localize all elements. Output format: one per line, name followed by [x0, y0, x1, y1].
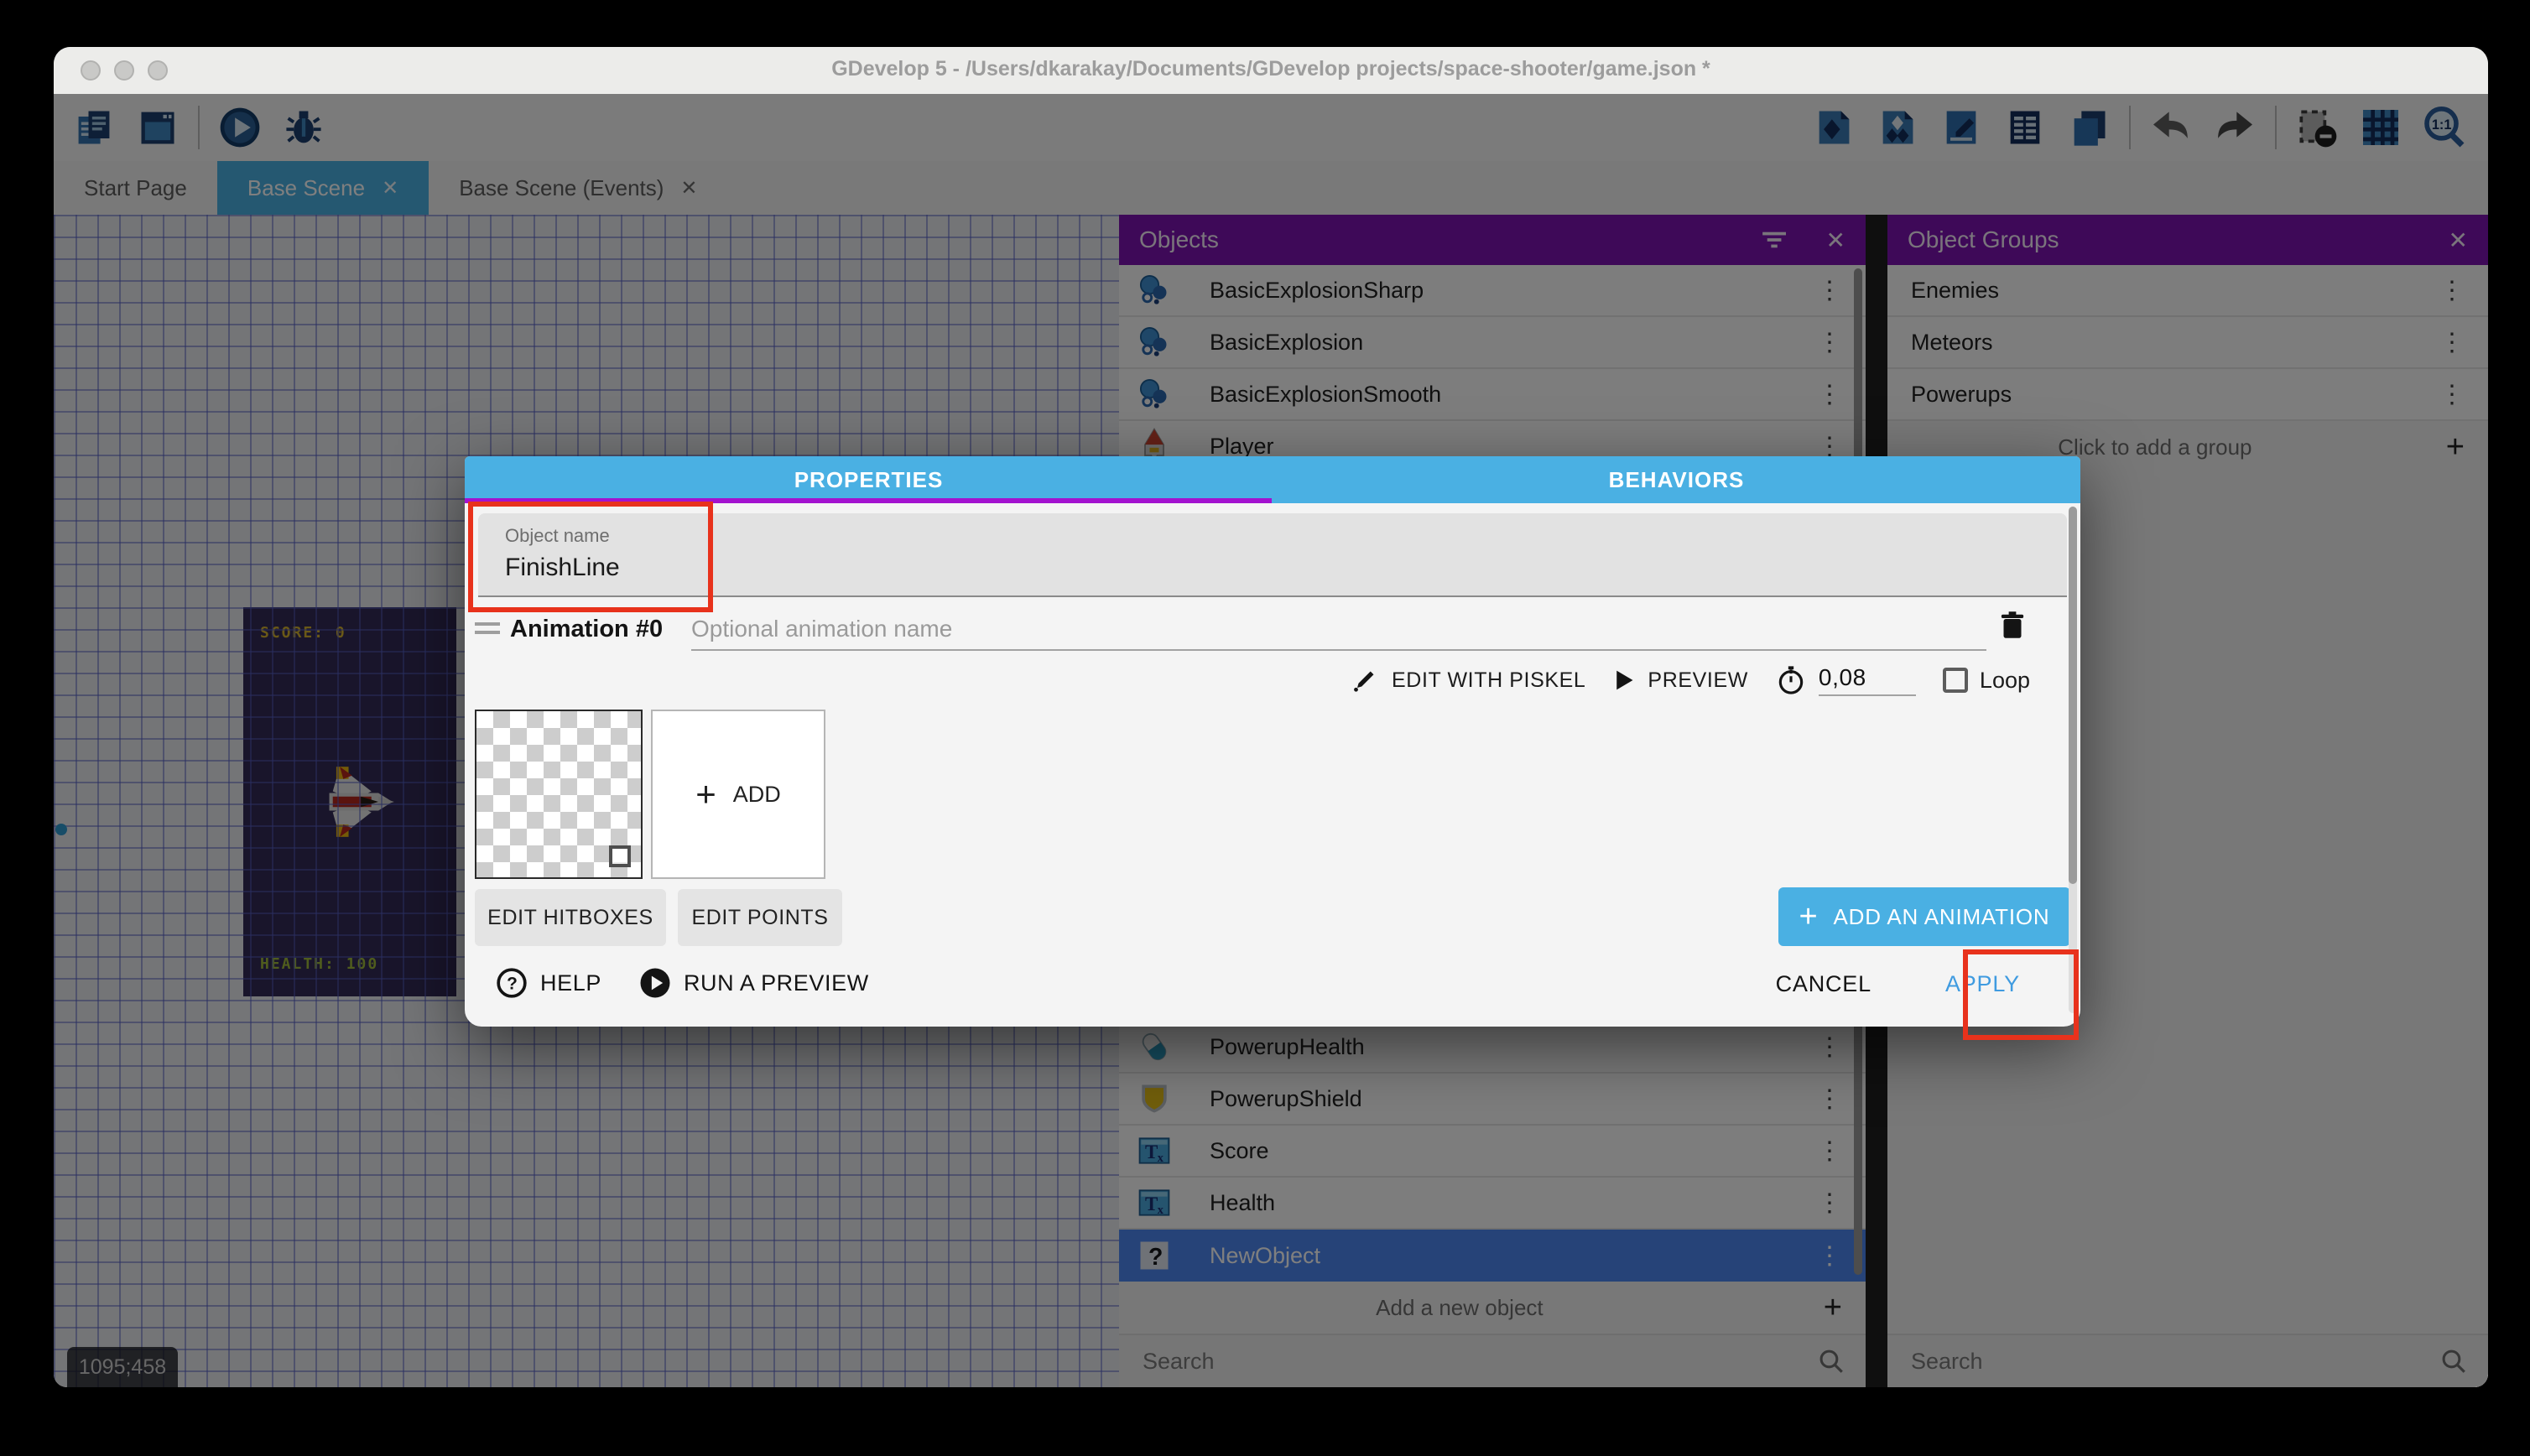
animation-controls: EDIT WITH PISKEL PREVIEW 0,08 Loop	[1350, 664, 2030, 696]
plus-icon: +	[695, 774, 716, 814]
object-name-field[interactable]: Object name FinishLine	[478, 513, 2067, 597]
apply-button[interactable]: APPLY	[1945, 971, 2020, 997]
run-a-preview-button[interactable]: RUN A PREVIEW	[638, 966, 869, 1000]
window-title: GDevelop 5 - /Users/dkarakay/Documents/G…	[54, 57, 2488, 81]
loop-label: Loop	[1980, 668, 2030, 694]
object-name-label: Object name	[505, 525, 610, 547]
tab-behaviors[interactable]: BEHAVIORS	[1273, 456, 2080, 503]
loop-control[interactable]: Loop	[1943, 668, 2030, 694]
help-button[interactable]: ? HELP	[495, 966, 601, 1000]
add-frame-button[interactable]: + ADD	[651, 710, 825, 879]
thumbnail-corner-icon	[609, 845, 631, 867]
object-editor-dialog: PROPERTIES BEHAVIORS Object name FinishL…	[465, 456, 2080, 1027]
time-between-frames-control[interactable]: 0,08	[1775, 664, 1916, 696]
time-between-frames-input[interactable]: 0,08	[1819, 664, 1916, 696]
edit-points-button[interactable]: EDIT POINTS	[678, 889, 842, 946]
edit-hitboxes-button[interactable]: EDIT HITBOXES	[475, 889, 666, 946]
delete-animation-icon[interactable]	[1995, 607, 2030, 642]
drag-handle-icon[interactable]	[475, 622, 500, 639]
animation-name-input[interactable]: Optional animation name	[691, 616, 1986, 651]
preview-animation-button[interactable]: PREVIEW	[1612, 668, 1748, 693]
frame-thumbnail[interactable]	[475, 710, 643, 879]
active-tab-underline	[465, 498, 1272, 503]
object-name-value[interactable]: FinishLine	[505, 554, 620, 582]
dialog-scrollbar[interactable]	[2069, 507, 2077, 1013]
loop-checkbox[interactable]	[1943, 668, 1968, 693]
play-triangle-icon	[1612, 668, 1636, 692]
add-animation-button[interactable]: + ADD AN ANIMATION	[1778, 887, 2070, 946]
tab-properties[interactable]: PROPERTIES	[465, 456, 1273, 503]
pencil-icon	[1350, 665, 1380, 695]
screenshot-stage: GDevelop 5 - /Users/dkarakay/Documents/G…	[0, 0, 2530, 1456]
plus-icon: +	[1799, 899, 1819, 935]
animation-label: Animation #0	[510, 616, 663, 643]
edit-with-piskel-button[interactable]: EDIT WITH PISKEL	[1350, 665, 1585, 695]
help-icon: ?	[495, 966, 528, 1000]
dialog-footer: ? HELP RUN A PREVIEW CANCEL APPLY	[465, 953, 2080, 1027]
stopwatch-icon	[1775, 664, 1807, 696]
svg-text:?: ?	[507, 975, 518, 994]
cancel-button[interactable]: CANCEL	[1776, 971, 1871, 997]
titlebar: GDevelop 5 - /Users/dkarakay/Documents/G…	[54, 47, 2488, 96]
dialog-tabs: PROPERTIES BEHAVIORS	[465, 456, 2080, 503]
play-circle-icon	[638, 966, 672, 1000]
